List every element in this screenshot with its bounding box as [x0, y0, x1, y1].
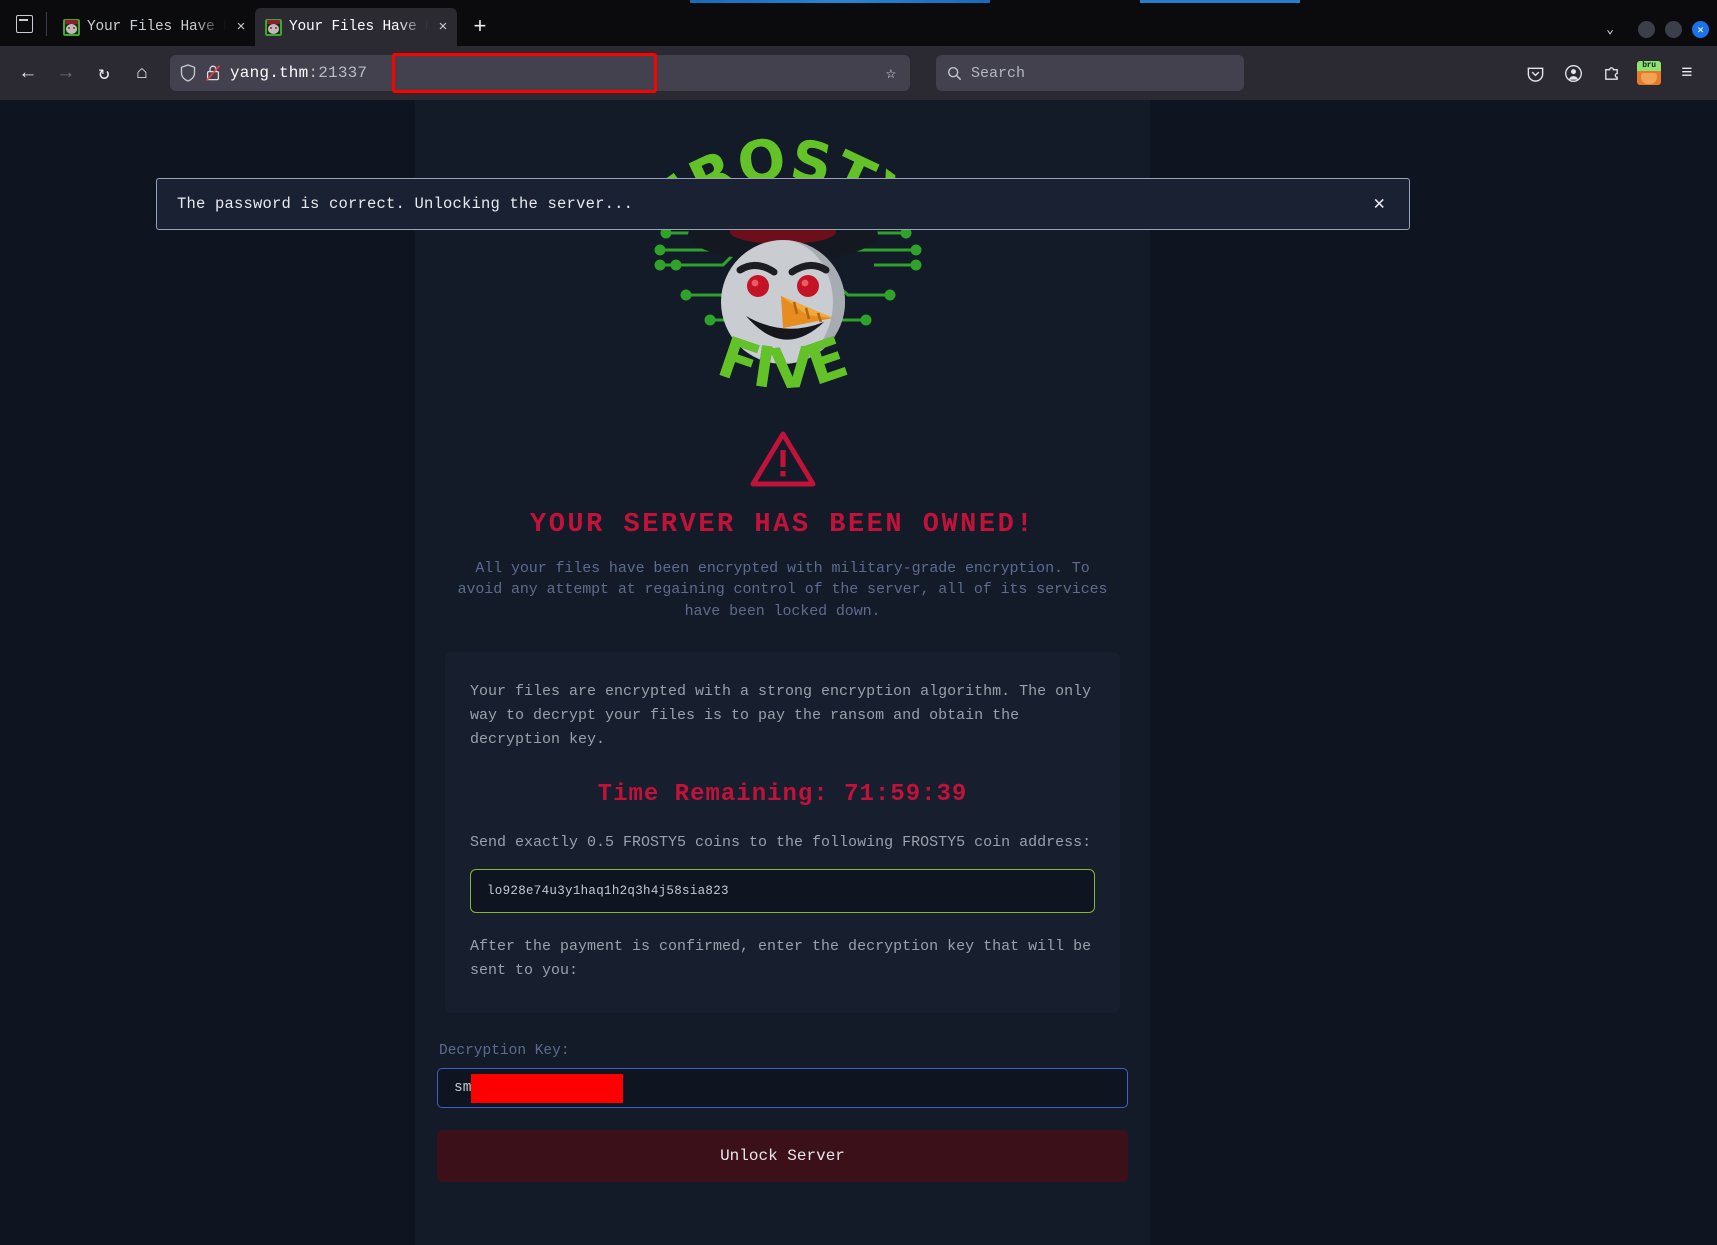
- tab-strip: Your Files Have Bee × Your Files Have Be…: [0, 0, 1717, 46]
- window-close-button[interactable]: ✕: [1692, 21, 1709, 38]
- info-paragraph: Your files are encrypted with a strong e…: [470, 682, 1092, 749]
- url-text: yang.thm:21337: [230, 64, 367, 82]
- navigation-toolbar: ← → ↻ ⌂ yang.thm:21337 ☆ Search bru ≡: [0, 46, 1717, 100]
- home-button[interactable]: ⌂: [124, 56, 160, 90]
- browser-tab-1[interactable]: Your Files Have Bee ×: [53, 8, 255, 46]
- forward-button[interactable]: →: [48, 56, 84, 90]
- url-host: yang.thm: [230, 64, 309, 82]
- urlbar-region: yang.thm:21337 ☆ Search: [170, 53, 1511, 93]
- coin-address-field[interactable]: lo928e74u3y1haq1h2q3h4j58sia823: [470, 868, 1095, 913]
- window-maximize-button[interactable]: [1665, 21, 1682, 38]
- address-bar[interactable]: yang.thm:21337 ☆: [170, 55, 910, 91]
- redaction-overlay: [471, 1074, 623, 1104]
- frosty-favicon-icon: [265, 18, 282, 36]
- page-lede: All your files have been encrypted with …: [457, 560, 1108, 620]
- search-icon: [947, 66, 962, 80]
- warning-triangle-icon: [750, 431, 815, 487]
- search-box[interactable]: Search: [936, 55, 1244, 91]
- new-tab-button[interactable]: +: [463, 10, 497, 44]
- tab-divider: [46, 12, 47, 36]
- shield-icon[interactable]: [180, 64, 196, 82]
- tab-close-icon[interactable]: ×: [435, 19, 451, 36]
- decryption-key-label: Decryption Key:: [439, 1043, 570, 1060]
- ransom-info-box: Your files are encrypted with a strong e…: [445, 651, 1120, 1014]
- browser-window: Your Files Have Bee × Your Files Have Be…: [0, 0, 1717, 1245]
- tab-title: Your Files Have Bee: [87, 19, 226, 35]
- firefox-view-icon: [15, 15, 33, 33]
- unlock-server-button[interactable]: Unlock Server: [437, 1130, 1128, 1183]
- window-minimize-button[interactable]: [1638, 21, 1655, 38]
- pocket-icon[interactable]: [1519, 57, 1551, 89]
- tabstrip-accent-bar: [690, 0, 990, 3]
- bruno-extension-icon[interactable]: bru: [1633, 57, 1665, 89]
- back-button[interactable]: ←: [10, 56, 46, 90]
- ransom-page-container: FROSTY FROSTY FIVE FIVE: [415, 100, 1150, 1245]
- account-icon[interactable]: [1557, 57, 1589, 89]
- tab-title: Your Files Have Bee: [289, 19, 428, 35]
- lock-slash-icon[interactable]: [205, 64, 221, 82]
- reload-button[interactable]: ↻: [86, 56, 122, 90]
- app-menu-icon[interactable]: ≡: [1671, 57, 1703, 89]
- frosty-favicon-icon: [63, 18, 80, 36]
- after-payment-instruction: After the payment is confirmed, enter th…: [470, 937, 1092, 980]
- browser-tab-2[interactable]: Your Files Have Bee ×: [255, 8, 457, 46]
- tab-close-icon[interactable]: ×: [233, 19, 249, 36]
- page-title: YOUR SERVER HAS BEEN OWNED!: [530, 510, 1035, 540]
- window-controls: ⌄ ✕: [1592, 21, 1709, 46]
- extensions-icon[interactable]: [1595, 57, 1627, 89]
- frosty-five-logo: FROSTY FROSTY FIVE FIVE: [437, 120, 1128, 420]
- decryption-key-input[interactable]: sm: [437, 1068, 1128, 1109]
- firefox-view-button[interactable]: [4, 4, 44, 44]
- decryption-key-value: sm: [454, 1080, 472, 1097]
- frosty-five-logo-art: FROSTY FROSTY FIVE FIVE: [640, 126, 926, 403]
- bruno-badge-label: bru: [1637, 61, 1661, 71]
- chevron-down-icon[interactable]: ⌄: [1592, 22, 1628, 37]
- tabstrip-accent-bar-2: [1140, 0, 1300, 3]
- search-placeholder: Search: [971, 64, 1026, 82]
- page-viewport: FROSTY FROSTY FIVE FIVE: [0, 100, 1717, 1245]
- notification-close-icon[interactable]: ✕: [1364, 194, 1395, 214]
- toolbar-icons: bru ≡: [1519, 57, 1707, 89]
- url-port: :21337: [308, 64, 368, 82]
- send-instruction: Send exactly 0.5 FROSTY5 coins to the fo…: [470, 833, 1092, 851]
- notification-banner: The password is correct. Unlocking the s…: [156, 178, 1410, 230]
- countdown-timer: Time Remaining: 71:59:39: [597, 780, 968, 808]
- notification-message: The password is correct. Unlocking the s…: [177, 195, 634, 213]
- bookmark-star-icon[interactable]: ☆: [886, 63, 900, 84]
